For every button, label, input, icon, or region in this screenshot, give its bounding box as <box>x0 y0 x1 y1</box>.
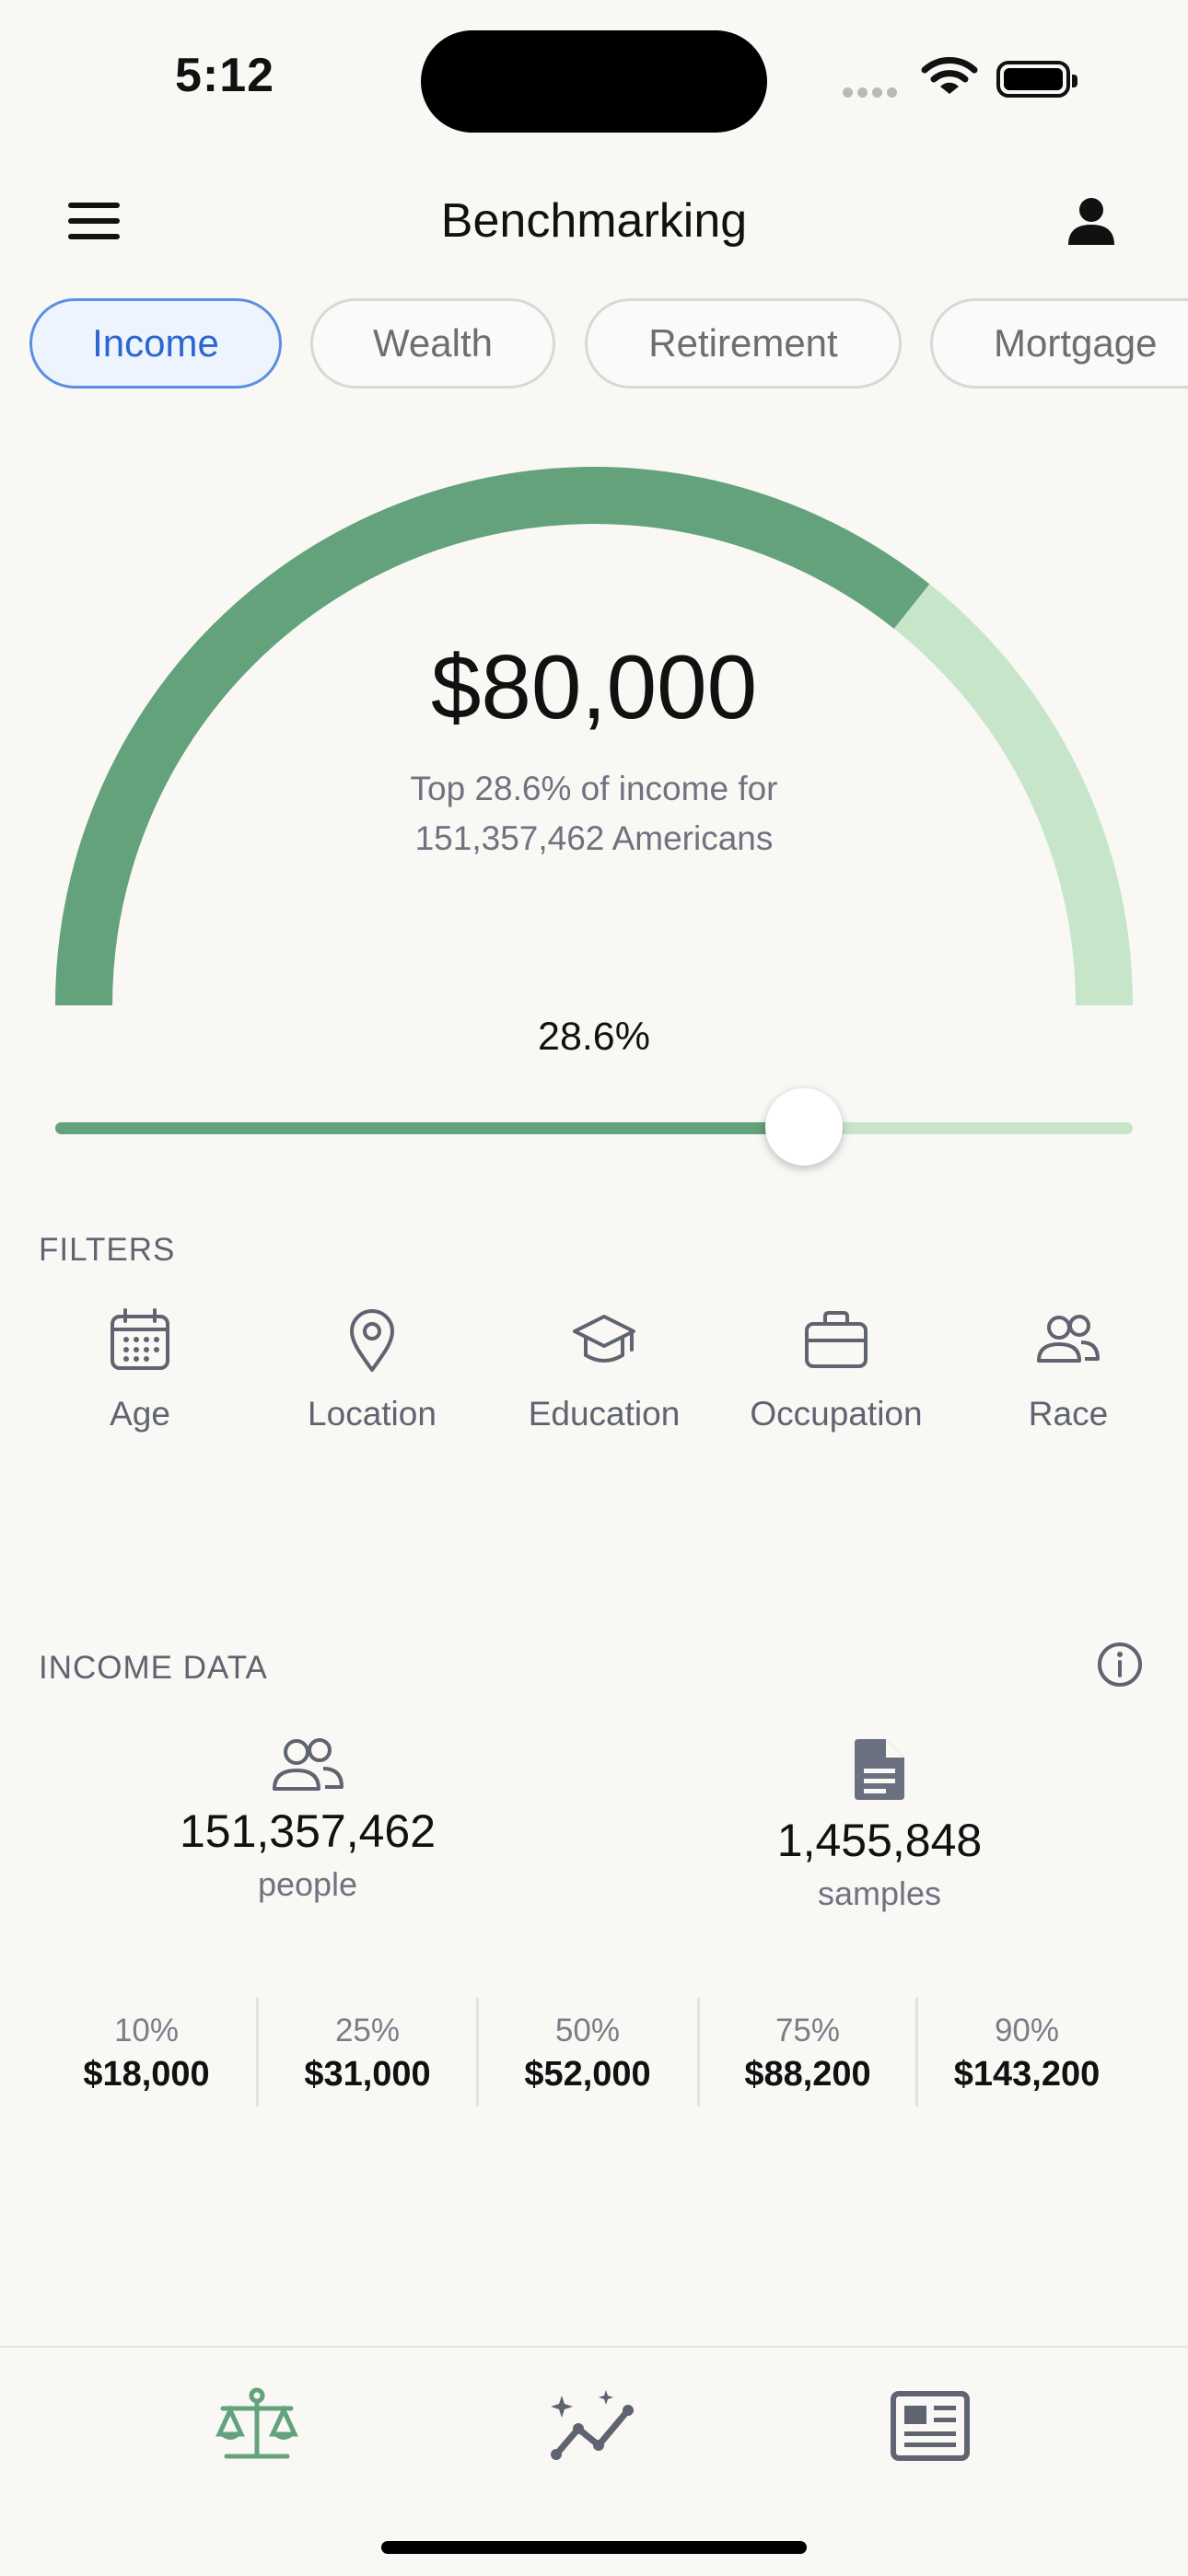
filter-location[interactable]: Location <box>280 1307 464 1433</box>
filter-label: Occupation <box>750 1395 923 1433</box>
tab-benchmarking[interactable] <box>215 2386 298 2468</box>
samples-stat: 1,455,848 samples <box>695 1735 1064 1913</box>
info-icon[interactable] <box>1096 1641 1144 1693</box>
tab-mortgage[interactable]: Mortgage <box>930 298 1188 389</box>
profile-icon[interactable] <box>1064 193 1119 253</box>
percentile-25: 25% $31,000 <box>258 1998 477 2106</box>
income-rank-text: Top 28.6% of income for 151,357,462 Amer… <box>0 764 1188 864</box>
percentile-label: 50% <box>554 2013 621 2048</box>
percentile-10: 10% $18,000 <box>37 1998 256 2106</box>
filter-race[interactable]: Race <box>976 1307 1160 1433</box>
percentile-75: 75% $88,200 <box>698 1998 917 2106</box>
people-icon <box>273 1738 344 1791</box>
samples-unit: samples <box>817 1874 942 1912</box>
wifi-icon <box>921 55 978 102</box>
rank-line-2: 151,357,462 Americans <box>414 819 774 857</box>
status-time: 5:12 <box>175 49 275 102</box>
document-icon <box>855 1739 904 1800</box>
news-icon <box>891 2391 970 2461</box>
income-data-heading: INCOME DATA <box>39 1650 268 1686</box>
gauge-track <box>55 467 1133 1006</box>
filter-label: Location <box>308 1395 437 1433</box>
tab-label: Mortgage <box>994 321 1158 365</box>
tab-income[interactable]: Income <box>29 298 282 389</box>
slider-fill <box>55 1122 805 1134</box>
slider-thumb[interactable] <box>765 1088 844 1166</box>
percentile-50: 50% $52,000 <box>478 1998 697 2106</box>
sparkle-chart-icon <box>551 2390 634 2460</box>
percentile-value: $88,200 <box>744 2055 871 2094</box>
percentile-slider-track[interactable] <box>55 1122 1133 1134</box>
gauge-fill <box>55 467 930 1006</box>
filter-label: Age <box>110 1395 170 1433</box>
filter-age[interactable]: Age <box>48 1307 232 1433</box>
tab-news[interactable] <box>890 2390 971 2466</box>
filters-heading: FILTERS <box>39 1232 176 1268</box>
people-count: 151,357,462 <box>179 1805 437 1857</box>
income-amount: $80,000 <box>430 636 758 737</box>
percentile-value: $18,000 <box>83 2055 210 2094</box>
percentile-value: $31,000 <box>304 2055 431 2094</box>
briefcase-icon <box>805 1311 868 1368</box>
percentile-label: 28.6% <box>538 1015 650 1059</box>
percentile-label: 10% <box>113 2013 180 2048</box>
percentile-value: $143,200 <box>953 2055 1101 2094</box>
tab-retirement[interactable]: Retirement <box>585 298 902 389</box>
samples-count: 1,455,848 <box>776 1815 983 1866</box>
filter-label: Race <box>1028 1395 1109 1433</box>
tab-label: Income <box>92 321 219 365</box>
tab-wealth[interactable]: Wealth <box>310 298 555 389</box>
filter-education[interactable]: Education <box>512 1307 696 1433</box>
tab-insights[interactable] <box>549 2388 639 2466</box>
percentile-label: 25% <box>334 2013 401 2048</box>
people-stat: 151,357,462 people <box>123 1735 492 1904</box>
home-indicator <box>381 2541 807 2554</box>
page-title: Benchmarking <box>440 194 748 248</box>
percentile-label: 90% <box>994 2013 1060 2048</box>
scale-icon <box>215 2387 298 2459</box>
percentile-90: 90% $143,200 <box>917 1998 1136 2106</box>
battery-icon <box>996 61 1077 98</box>
people-unit: people <box>257 1865 358 1903</box>
filter-label: Education <box>528 1395 681 1433</box>
graduation-cap-icon <box>573 1315 635 1363</box>
location-pin-icon <box>350 1309 394 1372</box>
dynamic-island <box>421 30 767 133</box>
people-icon <box>1037 1315 1100 1363</box>
calendar-icon <box>111 1308 169 1370</box>
percentile-value: $52,000 <box>524 2055 651 2094</box>
rank-line-1: Top 28.6% of income for <box>410 770 778 807</box>
percentile-label: 75% <box>775 2013 841 2048</box>
cellular-signal-icon <box>843 86 902 102</box>
tab-label: Retirement <box>648 321 838 365</box>
tab-label: Wealth <box>373 321 493 365</box>
filter-occupation[interactable]: Occupation <box>744 1307 928 1433</box>
